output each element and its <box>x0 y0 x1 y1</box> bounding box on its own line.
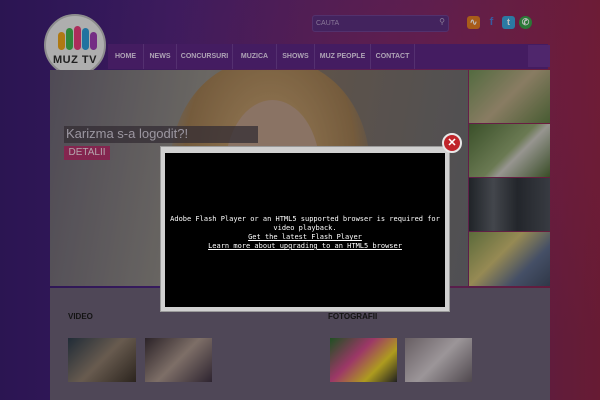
flash-message-block: Adobe Flash Player or an HTML5 supported… <box>165 215 445 251</box>
get-flash-link[interactable]: Get the latest Flash Player <box>165 233 445 242</box>
close-icon[interactable]: ✕ <box>442 133 462 153</box>
upgrade-html5-link[interactable]: Learn more about upgrading to an HTML5 b… <box>165 242 445 251</box>
video-player: Adobe Flash Player or an HTML5 supported… <box>165 153 445 307</box>
flash-player-modal: Adobe Flash Player or an HTML5 supported… <box>160 146 450 312</box>
flash-required-message: Adobe Flash Player or an HTML5 supported… <box>170 215 440 232</box>
